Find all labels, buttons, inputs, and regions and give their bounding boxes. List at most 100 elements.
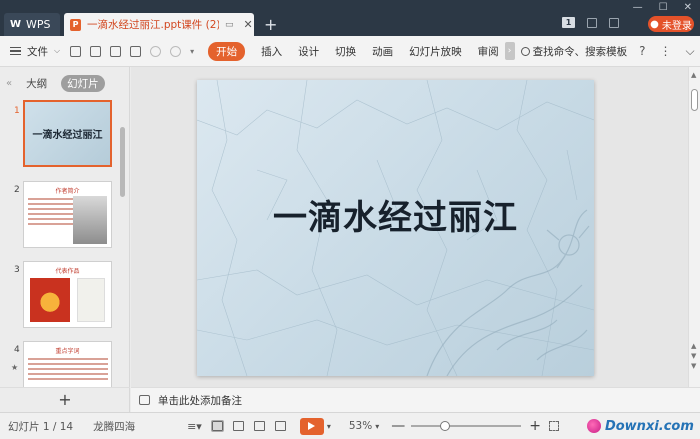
reading-view-icon[interactable] (253, 421, 265, 431)
book-cover-image (30, 278, 70, 322)
status-bar: 幻灯片 1 / 14 龙腾四海 ≡▾ ▾ 53% ▾ — + Downxi.co… (0, 412, 700, 439)
watermark-icon (586, 419, 601, 433)
view-switcher: ≡▾ (187, 420, 286, 433)
thumbnail-number: 3 (14, 265, 20, 275)
tab-transitions[interactable]: 切换 (335, 44, 356, 59)
zoom-slider[interactable] (411, 421, 522, 431)
thumbnail-slide-1[interactable]: 一滴水经过丽江 (23, 100, 112, 167)
new-tab-button[interactable]: + (264, 15, 277, 34)
undo-icon[interactable] (150, 45, 162, 57)
scroll-up-icon[interactable]: ▲ (691, 71, 696, 79)
presentation-file-icon: P (70, 18, 81, 31)
tab-outline[interactable]: 大纲 (20, 75, 53, 92)
theme-name[interactable]: 龙腾四海 (93, 419, 135, 434)
collapse-panel-icon[interactable]: « (6, 78, 12, 89)
customize-icon[interactable]: ▾ (190, 47, 194, 56)
print-preview-icon[interactable] (130, 45, 142, 57)
slide-counter: 幻灯片 1 / 14 (8, 420, 74, 433)
animation-star-icon: ★ (11, 363, 19, 372)
more-options-icon[interactable]: ⋮ (659, 44, 671, 59)
tab-review[interactable]: 审阅 (478, 44, 499, 59)
thumbnail-list: 1 一滴水经过丽江 2 作者简介 3 代表作品 4 ★ 重点字词 (0, 97, 130, 387)
tab-animations[interactable]: 动画 (372, 44, 393, 59)
thumbnail-number: 4 (14, 345, 20, 355)
window-count-badge[interactable]: 1 (562, 17, 575, 28)
thumbnail-title: 重点字词 (55, 348, 80, 355)
file-menu-button[interactable]: 文件 ⌵ (10, 44, 60, 59)
wps-logo-icon: W (10, 19, 22, 30)
tab-window-icon[interactable]: ▭ (225, 20, 234, 30)
thumbnail-title: 作者简介 (55, 188, 80, 195)
command-search[interactable]: 查找命令、搜索模板 (520, 44, 628, 59)
thumbnail-number: 1 (14, 106, 20, 116)
notes-pane[interactable]: 单击此处添加备注 (131, 387, 700, 412)
tab-insert[interactable]: 插入 (261, 44, 282, 59)
document-tab-title: 一滴水经过丽江.ppt课件 (2).ppt (87, 19, 219, 31)
panel-tabs: « 大纲 幻灯片 (6, 75, 105, 92)
tab-slideshow[interactable]: 幻灯片放映 (409, 44, 462, 59)
collapse-ribbon-icon[interactable]: ⌵ (685, 44, 694, 59)
thumbnail-scrollbar[interactable] (120, 127, 125, 197)
author-photo (73, 196, 107, 244)
play-slideshow-button[interactable] (299, 417, 324, 435)
slide-canvas: 一滴水经过丽江 (131, 67, 688, 387)
search-icon (520, 46, 530, 56)
thumbnail-title: 代表作品 (55, 268, 80, 275)
thumbnail-title: 一滴水经过丽江 (32, 130, 103, 141)
fit-to-window-icon[interactable] (548, 421, 559, 431)
maximize-icon[interactable]: ☐ (659, 2, 668, 13)
add-slide-button[interactable]: + (0, 387, 130, 411)
normal-view-icon[interactable] (210, 420, 224, 432)
export-pdf-icon[interactable] (90, 45, 102, 57)
notes-placeholder: 单击此处添加备注 (158, 394, 242, 407)
menu-icon (10, 47, 21, 55)
zoom-slider-handle[interactable] (440, 421, 451, 431)
redo-icon[interactable] (170, 45, 182, 57)
chevron-down-icon[interactable]: ▾ (327, 422, 331, 431)
file-menu-label: 文件 (27, 45, 48, 58)
chevron-down-icon[interactable]: ▾ (375, 422, 379, 431)
print-icon[interactable] (110, 45, 122, 57)
skin-icon[interactable] (587, 17, 597, 28)
tab-slides[interactable]: 幻灯片 (61, 75, 105, 92)
watermark-text: Downxi.com (604, 418, 694, 434)
minimize-icon[interactable]: — (633, 2, 643, 13)
slide-title[interactable]: 一滴水经过丽江 (197, 190, 594, 239)
user-icon: ● (650, 18, 659, 30)
window-controls: — ☐ ✕ (633, 2, 692, 13)
save-icon[interactable] (70, 45, 82, 57)
titlebar-tools: 1 (562, 17, 619, 28)
ribbon-scroll-right-icon[interactable]: › (504, 42, 515, 60)
notes-page-icon[interactable] (274, 421, 286, 431)
login-button[interactable]: ● 未登录 (648, 16, 694, 32)
document-tab[interactable]: P 一滴水经过丽江.ppt课件 (2).ppt ▭ ✕ (64, 13, 254, 36)
ribbon-toolbar: 文件 ⌵ ▾ 开始 插入 设计 切换 动画 幻灯片放映 审阅 › 查找命令、搜索… (0, 36, 700, 67)
tab-design[interactable]: 设计 (298, 44, 319, 59)
tab-home[interactable]: 开始 (208, 41, 246, 61)
thumbnail-slide-4[interactable]: 重点字词 (23, 341, 112, 387)
current-slide[interactable]: 一滴水经过丽江 (197, 80, 594, 376)
thumbnail-slide-3[interactable]: 代表作品 (23, 261, 112, 328)
thumbnail-slide-2[interactable]: 作者简介 (23, 181, 112, 248)
help-icon[interactable]: ? (639, 44, 645, 59)
scroll-thumb[interactable] (691, 89, 698, 111)
list-view-icon[interactable]: ≡▾ (187, 420, 202, 433)
zoom-out-icon[interactable]: — (391, 418, 405, 434)
command-search-label: 查找命令、搜索模板 (532, 45, 628, 58)
share-icon[interactable] (609, 17, 619, 28)
canvas-scrollbar[interactable]: ▲ ▲ ▼ ▼ (688, 67, 700, 387)
close-icon[interactable]: ✕ (684, 2, 692, 13)
tab-close-icon[interactable]: ✕ (244, 18, 253, 31)
ribbon-right-tools: ? ⋮ ⌵ (639, 44, 694, 59)
quick-access: ▾ (70, 45, 194, 57)
slide-sorter-icon[interactable] (232, 421, 244, 431)
zoom-in-icon[interactable]: + (529, 418, 541, 434)
login-label: 未登录 (661, 20, 692, 32)
scroll-page-arrows[interactable]: ▲ ▼ ▼ (691, 341, 696, 371)
title-bar: W WPS P 一滴水经过丽江.ppt课件 (2).ppt ▭ ✕ + 1 — … (0, 0, 700, 36)
wps-home-tab[interactable]: W WPS (4, 13, 60, 36)
zoom-level[interactable]: 53% (349, 420, 372, 432)
play-icon (308, 422, 316, 430)
thumbnail-number: 2 (14, 185, 20, 195)
chevron-down-icon: ⌵ (54, 46, 61, 55)
